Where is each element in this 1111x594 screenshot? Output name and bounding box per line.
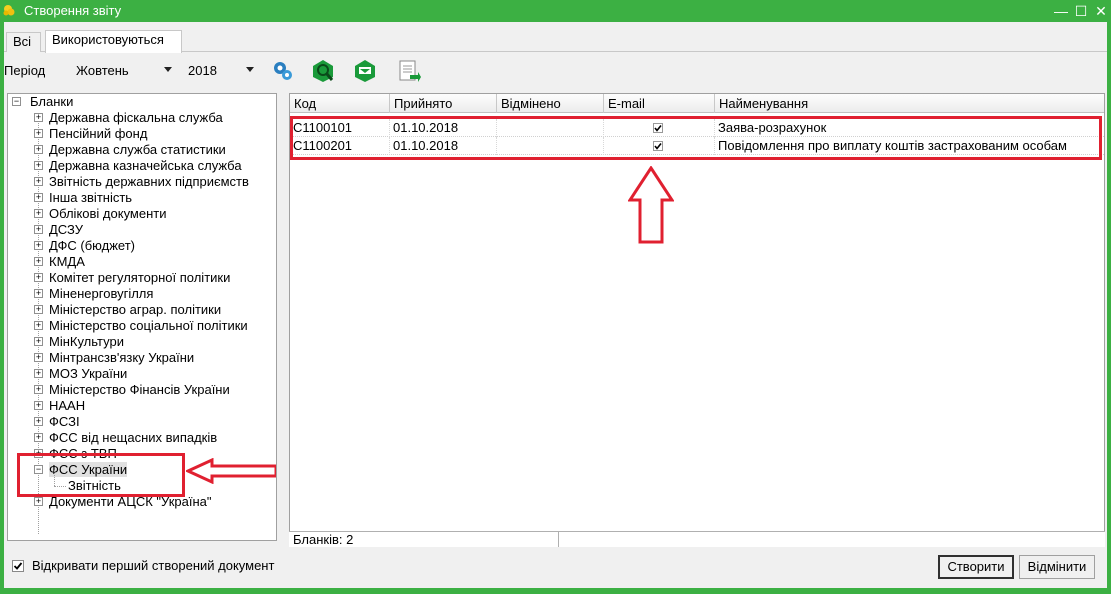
tab-label: Використовуються: [52, 32, 164, 47]
month-value: Жовтень: [76, 63, 129, 78]
tree-item[interactable]: Пенсійний фонд: [49, 126, 147, 142]
tree-item[interactable]: Міністерство Фінансів України: [49, 382, 230, 398]
tree-item[interactable]: Державна фіскальна служба: [49, 110, 223, 126]
tree-item[interactable]: Інша звітність: [49, 190, 132, 206]
tab-used[interactable]: Використовуються: [45, 30, 182, 53]
expand-icon[interactable]: +: [34, 145, 43, 154]
forms-grid[interactable]: Код Прийнято Відмінено E-mail Найменуван…: [289, 93, 1105, 547]
tree-item[interactable]: Облікові документи: [49, 206, 166, 222]
tree-item[interactable]: ДСЗУ: [49, 222, 83, 238]
forms-count: Бланків: 2: [289, 532, 559, 547]
status-bar: Бланків: 2: [289, 531, 1105, 547]
annotation-box-grid: [290, 116, 1102, 160]
open-first-checkbox[interactable]: [12, 560, 24, 572]
dialog-client: Всі Використовуються Період Жовтень 2018: [4, 22, 1107, 588]
download-report-icon[interactable]: [352, 58, 378, 84]
export-document-icon[interactable]: [396, 58, 422, 84]
tree-item[interactable]: КМДА: [49, 254, 85, 270]
expand-icon[interactable]: +: [34, 417, 43, 426]
settings-gears-icon[interactable]: [270, 58, 296, 84]
tree-item[interactable]: ФСС від нещасних випадків: [49, 430, 217, 446]
expand-icon[interactable]: +: [34, 209, 43, 218]
expand-icon[interactable]: +: [34, 337, 43, 346]
expand-icon[interactable]: +: [34, 193, 43, 202]
tree-item[interactable]: МінКультури: [49, 334, 124, 350]
collapse-icon[interactable]: −: [12, 97, 21, 106]
expand-icon[interactable]: +: [34, 161, 43, 170]
tab-strip: Всі Використовуються: [4, 30, 1107, 53]
year-value: 2018: [188, 63, 217, 78]
tree-item[interactable]: Комітет регуляторної політики: [49, 270, 230, 286]
report-window: Створення звіту — ☐ ✕ Всі Використовують…: [0, 0, 1111, 594]
expand-icon[interactable]: +: [34, 241, 43, 250]
close-button[interactable]: ✕: [1092, 2, 1110, 20]
tree-item[interactable]: Державна служба статистики: [49, 142, 226, 158]
tree-item[interactable]: Державна казначейська служба: [49, 158, 242, 174]
tab-all[interactable]: Всі: [6, 32, 41, 52]
expand-icon[interactable]: +: [34, 289, 43, 298]
expand-icon[interactable]: +: [34, 113, 43, 122]
column-header-code[interactable]: Код: [290, 94, 390, 113]
title-bar: Створення звіту — ☐ ✕: [0, 0, 1111, 22]
expand-icon[interactable]: +: [34, 401, 43, 410]
create-button[interactable]: Створити: [938, 555, 1014, 579]
tab-label: Всі: [13, 34, 32, 49]
column-header-name[interactable]: Найменування: [715, 94, 1104, 113]
year-select[interactable]: 2018: [184, 60, 256, 82]
expand-icon[interactable]: +: [34, 433, 43, 442]
toolbar: Період Жовтень 2018: [4, 56, 1107, 86]
tree-item[interactable]: Звітність державних підприємств: [49, 174, 249, 190]
period-label: Період: [4, 63, 46, 78]
expand-icon[interactable]: +: [34, 129, 43, 138]
folder-star-icon: [3, 5, 15, 16]
cancel-button[interactable]: Відмінити: [1019, 555, 1095, 579]
column-header-email[interactable]: E-mail: [604, 94, 715, 113]
forms-tree[interactable]: − Бланки + Державна фіскальна служба + Пенс…: [7, 93, 277, 541]
window-title: Створення звіту: [24, 3, 122, 18]
tree-item[interactable]: ДФС (бюджет): [49, 238, 135, 254]
expand-icon[interactable]: +: [34, 369, 43, 378]
expand-icon[interactable]: +: [34, 353, 43, 362]
tree-item[interactable]: Мінтрансзв'язку України: [49, 350, 194, 366]
annotation-arrow-left: [186, 458, 276, 484]
tree-item[interactable]: Міненерговугілля: [49, 286, 153, 302]
column-header-accepted[interactable]: Прийнято: [390, 94, 497, 113]
expand-icon[interactable]: +: [34, 177, 43, 186]
column-header-cancelled[interactable]: Відмінено: [497, 94, 604, 113]
expand-icon[interactable]: +: [34, 225, 43, 234]
expand-icon[interactable]: +: [34, 273, 43, 282]
expand-icon[interactable]: +: [34, 321, 43, 330]
tree-root[interactable]: Бланки: [30, 94, 73, 110]
tree-item[interactable]: Міністерство соціальної політики: [49, 318, 248, 334]
expand-icon[interactable]: +: [34, 257, 43, 266]
tree-item[interactable]: ФСЗІ: [49, 414, 80, 430]
tree-item[interactable]: НААН: [49, 398, 85, 414]
expand-icon[interactable]: +: [34, 497, 43, 506]
month-select[interactable]: Жовтень: [72, 60, 174, 82]
annotation-box-tree: [17, 453, 185, 497]
chevron-down-icon: [246, 67, 254, 72]
tree-item[interactable]: Міністерство аграр. політики: [49, 302, 221, 318]
open-first-label: Відкривати перший створений документ: [32, 558, 275, 573]
expand-icon[interactable]: +: [34, 385, 43, 394]
search-report-icon[interactable]: [310, 58, 336, 84]
annotation-arrow-up: [628, 166, 674, 244]
expand-icon[interactable]: +: [34, 305, 43, 314]
minimize-button[interactable]: —: [1052, 2, 1070, 20]
maximize-button[interactable]: ☐: [1072, 2, 1090, 20]
tree-item[interactable]: МОЗ України: [49, 366, 127, 382]
chevron-down-icon: [164, 67, 172, 72]
grid-header: Код Прийнято Відмінено E-mail Найменуван…: [290, 94, 1104, 113]
